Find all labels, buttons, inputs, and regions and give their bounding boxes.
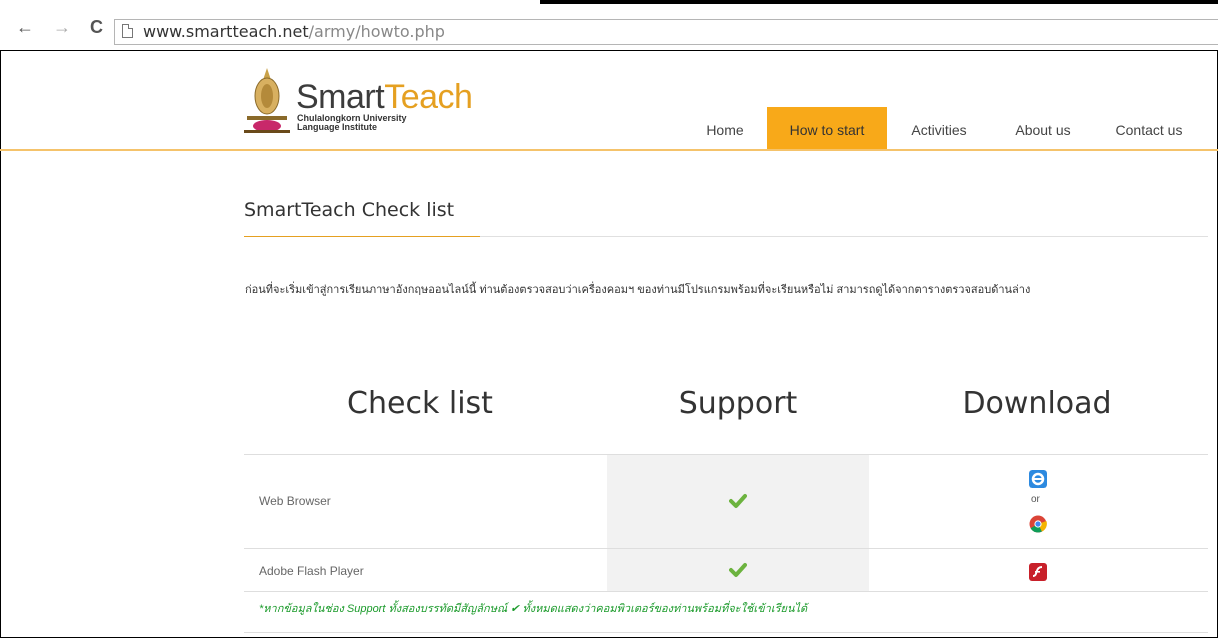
page-title: SmartTeach Check list bbox=[244, 199, 455, 221]
reload-icon[interactable]: C bbox=[90, 18, 103, 36]
nav-contact-us[interactable]: Contact us bbox=[1103, 107, 1195, 149]
url-path: /army/howto.php bbox=[308, 22, 445, 41]
toolbar-divider bbox=[0, 50, 1218, 51]
or-text: or bbox=[1031, 494, 1040, 505]
url-text: www.smartteach.net/army/howto.php bbox=[143, 22, 445, 41]
header-download: Download bbox=[962, 386, 1112, 421]
logo-text-teach: Teach bbox=[384, 78, 473, 116]
chulalongkorn-emblem-icon bbox=[244, 68, 290, 133]
address-bar[interactable]: www.smartteach.net/army/howto.php bbox=[114, 19, 1218, 45]
table-bottom-rule bbox=[244, 591, 1208, 592]
intro-text: ก่อนที่จะเริ่มเข้าสู่การเรียนภาษาอังกฤษอ… bbox=[245, 284, 1031, 296]
header-support: Support bbox=[678, 386, 798, 421]
support-note: *หากข้อมูลในช่อง Support ทั้งสองบรรทัดมี… bbox=[259, 603, 808, 615]
page-icon bbox=[122, 24, 133, 38]
check-icon bbox=[729, 494, 747, 508]
row-divider bbox=[244, 548, 1208, 549]
header-divider bbox=[0, 149, 1218, 151]
nav-about-us[interactable]: About us bbox=[1000, 107, 1086, 149]
logo-text-smart: Smart bbox=[296, 78, 385, 116]
tab-strip bbox=[540, 0, 1218, 4]
check-icon bbox=[729, 563, 747, 577]
table-top-rule bbox=[244, 454, 1208, 455]
note-bottom-rule bbox=[244, 632, 1208, 633]
flash-icon[interactable] bbox=[1029, 563, 1047, 581]
nav-activities[interactable]: Activities bbox=[896, 107, 982, 149]
nav-how-to-start[interactable]: How to start bbox=[767, 107, 887, 149]
title-underline bbox=[244, 236, 480, 237]
logo-subtitle: Chulalongkorn University Language Instit… bbox=[297, 114, 407, 132]
row-label-web-browser: Web Browser bbox=[259, 494, 331, 508]
header-check-list: Check list bbox=[347, 386, 493, 421]
back-icon[interactable]: ← bbox=[16, 18, 34, 36]
url-host: www.smartteach.net bbox=[143, 22, 309, 41]
ie-icon[interactable] bbox=[1029, 470, 1047, 488]
site-logo[interactable]: SmartTeach bbox=[296, 78, 473, 116]
row-label-flash-player: Adobe Flash Player bbox=[259, 564, 364, 578]
forward-icon[interactable]: → bbox=[53, 18, 71, 36]
browser-toolbar: ← → C www.smartteach.net/army/howto.php bbox=[0, 0, 1218, 50]
nav-home[interactable]: Home bbox=[692, 107, 758, 149]
logo-subtitle-line2: Language Institute bbox=[297, 122, 378, 132]
chrome-icon[interactable] bbox=[1029, 515, 1047, 533]
